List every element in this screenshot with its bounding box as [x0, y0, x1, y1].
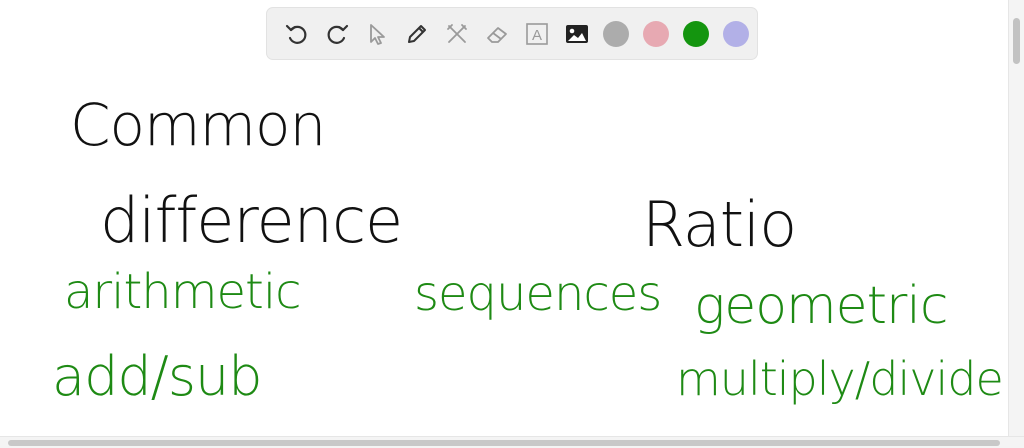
tools-icon — [447, 23, 467, 43]
color-gray-swatch[interactable] — [603, 20, 629, 47]
image-icon — [566, 24, 588, 43]
note-sequences: sequences — [414, 266, 662, 322]
pencil-tool[interactable] — [397, 14, 437, 54]
horizontal-scroll-thumb[interactable] — [8, 440, 1000, 446]
whiteboard-canvas[interactable]: Common difference Ratio arithmetic seque… — [0, 0, 1008, 436]
note-geometric: geometric — [694, 276, 948, 336]
vertical-scrollbar[interactable] — [1008, 0, 1024, 436]
pointer-icon — [370, 23, 385, 45]
note-ratio: Ratio — [642, 188, 797, 261]
undo-icon — [285, 24, 307, 44]
drawing-toolbar: A — [266, 7, 758, 60]
text-icon: A — [526, 22, 548, 45]
eraser-icon — [487, 26, 507, 43]
eraser-tool[interactable] — [477, 14, 517, 54]
tools-button[interactable] — [437, 14, 477, 54]
note-difference: difference — [100, 184, 403, 257]
note-add-sub: add/sub — [52, 345, 262, 408]
text-tool[interactable]: A — [517, 14, 557, 54]
horizontal-scrollbar[interactable] — [0, 436, 1024, 448]
note-multiply-divide: multiply/divide — [676, 352, 1004, 406]
undo-button[interactable] — [277, 14, 317, 54]
note-common: Common — [70, 91, 326, 159]
color-lavender-swatch[interactable] — [723, 20, 749, 47]
color-green-swatch[interactable] — [683, 20, 709, 47]
redo-button[interactable] — [317, 14, 357, 54]
pointer-tool[interactable] — [357, 14, 397, 54]
pencil-icon — [408, 24, 426, 43]
redo-icon — [327, 24, 349, 44]
note-arithmetic: arithmetic — [64, 264, 302, 320]
vertical-scroll-thumb[interactable] — [1013, 18, 1020, 64]
svg-text:A: A — [532, 27, 542, 44]
image-tool[interactable] — [557, 14, 597, 54]
color-pink-swatch[interactable] — [643, 20, 669, 47]
